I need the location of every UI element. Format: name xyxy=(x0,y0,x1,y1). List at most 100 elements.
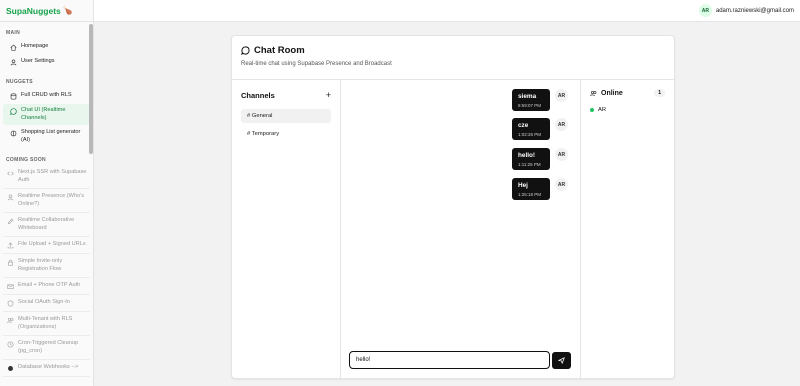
channel-item-temporary[interactable]: # Temporary xyxy=(241,127,331,141)
sidebar-item-realtime-presence: Realtime Presence (Who's Online?) xyxy=(3,189,90,213)
sidebar-item-whiteboard: Realtime Collaborative Whiteboard xyxy=(3,213,90,237)
sidebar-item-label: Email + Phone OTP Auth xyxy=(18,282,81,288)
sidebar-item-multi-tenant: Multi-Tenant with RLS (Organizations) xyxy=(3,312,90,336)
webhook-icon xyxy=(6,364,14,372)
sidebar-item-label: Chat UI (Realtime Channels) xyxy=(21,107,66,121)
avatar: AR xyxy=(555,148,568,161)
sidebar-item-shopping-list[interactable]: Shopping List generator (AI) xyxy=(3,126,90,147)
section-label-coming-soon: COMING SOON xyxy=(6,157,46,163)
pen-icon xyxy=(6,217,14,225)
channels-panel: Channels + # General # Temporary xyxy=(232,80,341,378)
upload-icon xyxy=(6,241,14,249)
send-icon xyxy=(558,357,565,364)
message-text: cze xyxy=(518,122,529,129)
message-text: siema xyxy=(518,93,537,100)
channels-header: Channels + xyxy=(241,90,331,100)
sidebar-item-label: Simple Invite-only Registration Flow xyxy=(18,258,63,272)
user-email: adam.razniewski@gmail.com xyxy=(715,7,794,14)
avatar: AR xyxy=(555,178,568,191)
online-count-badge: 1 xyxy=(654,89,665,97)
online-panel: Online 1 AR xyxy=(581,80,674,378)
message-time: 1:11:25 PM xyxy=(518,162,541,167)
user-icon xyxy=(9,58,17,66)
app-name: SupaNuggets xyxy=(6,5,61,16)
sidebar-item-user-settings[interactable]: User Settings xyxy=(3,55,90,69)
sidebar-item-label: Cron-Triggered Cleanup (pg_cron) xyxy=(18,340,79,354)
lock-icon xyxy=(6,258,14,266)
card-header: Chat Room Real-time chat using Supabase … xyxy=(232,36,674,80)
code-icon xyxy=(6,169,14,177)
message-bubble: cze 1:02:26 PM xyxy=(512,118,550,140)
sidebar-scrollbar[interactable] xyxy=(89,24,93,154)
section-label-nuggets: NUGGETS xyxy=(6,79,33,85)
sidebar: SupaNuggets 🍗 MAIN Homepage User Setting… xyxy=(0,0,94,386)
sidebar-item-otp-auth: Email + Phone OTP Auth xyxy=(3,278,90,295)
message-row: siema 8:59:07 PM AR xyxy=(512,89,568,111)
nugget-icon: 🍗 xyxy=(62,6,73,15)
user-avatar: AR xyxy=(698,4,712,17)
sidebar-item-invite-only: Simple Invite-only Registration Flow xyxy=(3,254,90,278)
page-title: Chat Room xyxy=(241,45,665,56)
database-icon xyxy=(9,92,17,100)
chat-icon xyxy=(241,46,250,55)
message-bubble: siema 8:59:07 PM xyxy=(512,89,550,111)
home-icon xyxy=(9,43,17,51)
app-logo[interactable]: SupaNuggets 🍗 xyxy=(0,0,93,22)
message-text: Hej xyxy=(518,182,528,189)
sidebar-item-chat-ui[interactable]: Chat UI (Realtime Channels) xyxy=(3,104,90,125)
sidebar-item-homepage[interactable]: Homepage xyxy=(3,40,90,54)
sidebar-item-label: Multi-Tenant with RLS (Organizations) xyxy=(18,316,73,330)
brain-icon xyxy=(9,129,17,137)
title-text: Chat Room xyxy=(254,45,305,56)
sidebar-item-label: User Settings xyxy=(21,58,55,64)
mail-icon xyxy=(6,282,14,290)
clock-icon xyxy=(6,340,14,348)
online-header: Online 1 xyxy=(590,89,665,97)
message-time: 1:02:26 PM xyxy=(518,132,542,137)
message-text: hello! xyxy=(518,152,536,159)
users-icon xyxy=(6,316,14,324)
user-menu[interactable]: AR adam.razniewski@gmail.com xyxy=(698,4,794,17)
sidebar-item-label: Realtime Presence (Who's Online?) xyxy=(18,193,85,207)
message-time: 8:59:07 PM xyxy=(518,103,542,108)
users-icon xyxy=(590,90,597,96)
sidebar-item-label: File Upload + Signed URLs xyxy=(18,241,86,247)
message-time: 1:25:18 PM xyxy=(518,192,542,197)
channels-title: Channels xyxy=(241,90,275,100)
message-input[interactable]: hello! xyxy=(349,351,550,369)
messages-panel: siema 8:59:07 PM AR cze 1:02:26 PM AR he… xyxy=(341,80,581,378)
online-title: Online xyxy=(601,89,623,97)
send-button[interactable] xyxy=(552,352,571,369)
sidebar-item-label: Homepage xyxy=(21,43,49,49)
sidebar-item-full-crud[interactable]: Full CRUD with RLS xyxy=(3,89,90,103)
sidebar-item-file-upload: File Upload + Signed URLs xyxy=(3,237,90,254)
avatar: AR xyxy=(555,89,568,102)
message-row: Hej 1:25:18 PM AR xyxy=(512,178,568,200)
sidebar-item-label: Shopping List generator (AI) xyxy=(21,129,81,143)
page-subtitle: Real-time chat using Supabase Presence a… xyxy=(241,61,392,67)
avatar: AR xyxy=(555,118,568,131)
sidebar-item-label: Social OAuth Sign-In xyxy=(18,299,70,305)
top-bar: AR adam.razniewski@gmail.com xyxy=(94,0,800,22)
online-user: AR xyxy=(590,107,665,113)
sidebar-item-nextjs-ssr: Next.js SSR with Supabase Auth xyxy=(3,165,90,189)
add-channel-button[interactable]: + xyxy=(326,90,331,100)
message-bubble: hello! 1:11:25 PM xyxy=(512,148,550,170)
sidebar-item-label: Full CRUD with RLS xyxy=(21,92,72,98)
user-icon xyxy=(6,193,14,201)
sidebar-item-cron-cleanup: Cron-Triggered Cleanup (pg_cron) xyxy=(3,336,90,360)
message-row: cze 1:02:26 PM AR xyxy=(512,118,568,140)
sidebar-item-label: Realtime Collaborative Whiteboard xyxy=(18,217,75,231)
sidebar-item-label: Database Webhooks --> xyxy=(18,364,79,370)
online-user-name: AR xyxy=(598,107,607,113)
shield-icon xyxy=(6,299,14,307)
chat-room-card: Chat Room Real-time chat using Supabase … xyxy=(231,35,675,379)
section-label-main: MAIN xyxy=(6,30,20,36)
sidebar-item-db-webhooks: Database Webhooks --> xyxy=(3,360,90,377)
message-bubble: Hej 1:25:18 PM xyxy=(512,178,550,200)
online-status-dot xyxy=(590,108,594,112)
message-row: hello! 1:11:25 PM AR xyxy=(512,148,568,170)
sidebar-item-label: Next.js SSR with Supabase Auth xyxy=(18,169,87,183)
channel-item-general[interactable]: # General xyxy=(241,109,331,123)
chat-icon xyxy=(9,107,17,115)
